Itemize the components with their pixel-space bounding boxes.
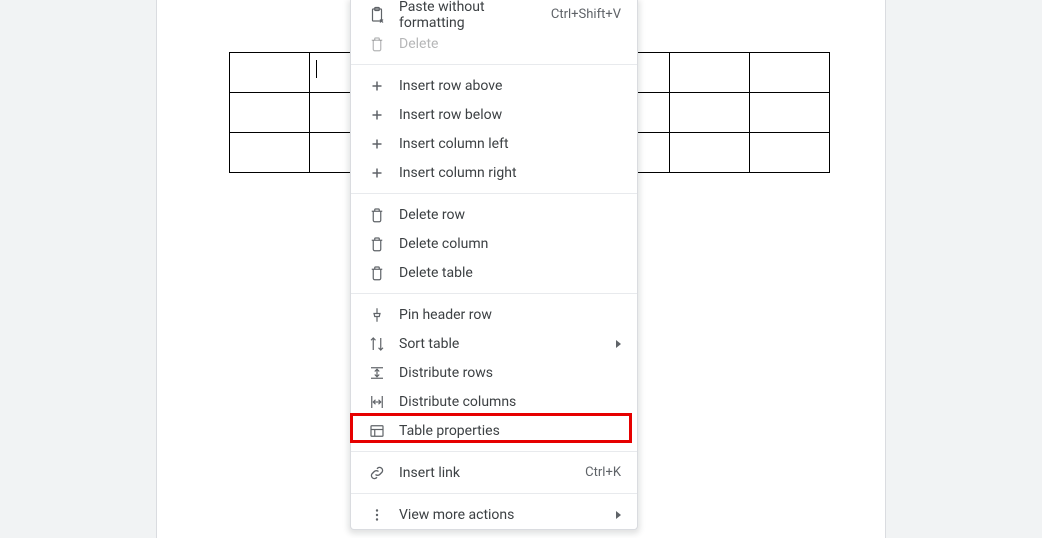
distribute-rows-icon [367, 363, 387, 383]
menu-label: Pin header row [399, 307, 621, 323]
trash-icon [367, 263, 387, 283]
menu-insert-row-above[interactable]: Insert row above [351, 71, 637, 100]
menu-view-more-actions[interactable]: View more actions [351, 500, 637, 529]
menu-label: Table properties [399, 423, 621, 439]
menu-divider [351, 493, 637, 494]
trash-icon [367, 234, 387, 254]
menu-label: Insert row above [399, 78, 621, 94]
menu-divider [351, 193, 637, 194]
sort-icon [367, 334, 387, 354]
menu-divider [351, 293, 637, 294]
menu-shortcut: Ctrl+K [585, 465, 621, 480]
menu-paste-without-formatting[interactable]: Paste without formatting Ctrl+Shift+V [351, 0, 637, 29]
menu-label: Distribute columns [399, 394, 621, 410]
menu-delete-table[interactable]: Delete table [351, 258, 637, 287]
plus-icon [367, 76, 387, 96]
trash-icon [367, 205, 387, 225]
menu-label: View more actions [399, 507, 616, 523]
menu-label: Delete table [399, 265, 621, 281]
plus-icon [367, 134, 387, 154]
menu-divider [351, 451, 637, 452]
distribute-columns-icon [367, 392, 387, 412]
menu-delete: Delete [351, 29, 637, 58]
trash-icon [367, 34, 387, 54]
menu-label: Distribute rows [399, 365, 621, 381]
menu-label: Insert link [399, 465, 585, 481]
more-vert-icon [367, 505, 387, 525]
menu-distribute-columns[interactable]: Distribute columns [351, 387, 637, 416]
menu-label: Insert column left [399, 136, 621, 152]
menu-label: Delete [399, 36, 621, 52]
menu-label: Paste without formatting [399, 0, 551, 31]
paste-no-format-icon [367, 5, 387, 25]
menu-delete-column[interactable]: Delete column [351, 229, 637, 258]
table-properties-icon [367, 421, 387, 441]
menu-delete-row[interactable]: Delete row [351, 200, 637, 229]
menu-insert-column-right[interactable]: Insert column right [351, 158, 637, 187]
menu-label: Insert column right [399, 165, 621, 181]
submenu-arrow-icon [616, 340, 621, 348]
submenu-arrow-icon [616, 511, 621, 519]
menu-distribute-rows[interactable]: Distribute rows [351, 358, 637, 387]
menu-shortcut: Ctrl+Shift+V [551, 7, 621, 22]
menu-insert-column-left[interactable]: Insert column left [351, 129, 637, 158]
menu-label: Delete row [399, 207, 621, 223]
menu-sort-table[interactable]: Sort table [351, 329, 637, 358]
plus-icon [367, 105, 387, 125]
menu-label: Delete column [399, 236, 621, 252]
menu-label: Insert row below [399, 107, 621, 123]
plus-icon [367, 163, 387, 183]
text-cursor [316, 60, 317, 78]
link-icon [367, 463, 387, 483]
menu-divider [351, 64, 637, 65]
pin-icon [367, 305, 387, 325]
menu-table-properties[interactable]: Table properties [351, 416, 637, 445]
menu-pin-header-row[interactable]: Pin header row [351, 300, 637, 329]
menu-insert-row-below[interactable]: Insert row below [351, 100, 637, 129]
context-menu: Paste without formatting Ctrl+Shift+V De… [350, 0, 638, 530]
menu-insert-link[interactable]: Insert link Ctrl+K [351, 458, 637, 487]
menu-label: Sort table [399, 336, 616, 352]
